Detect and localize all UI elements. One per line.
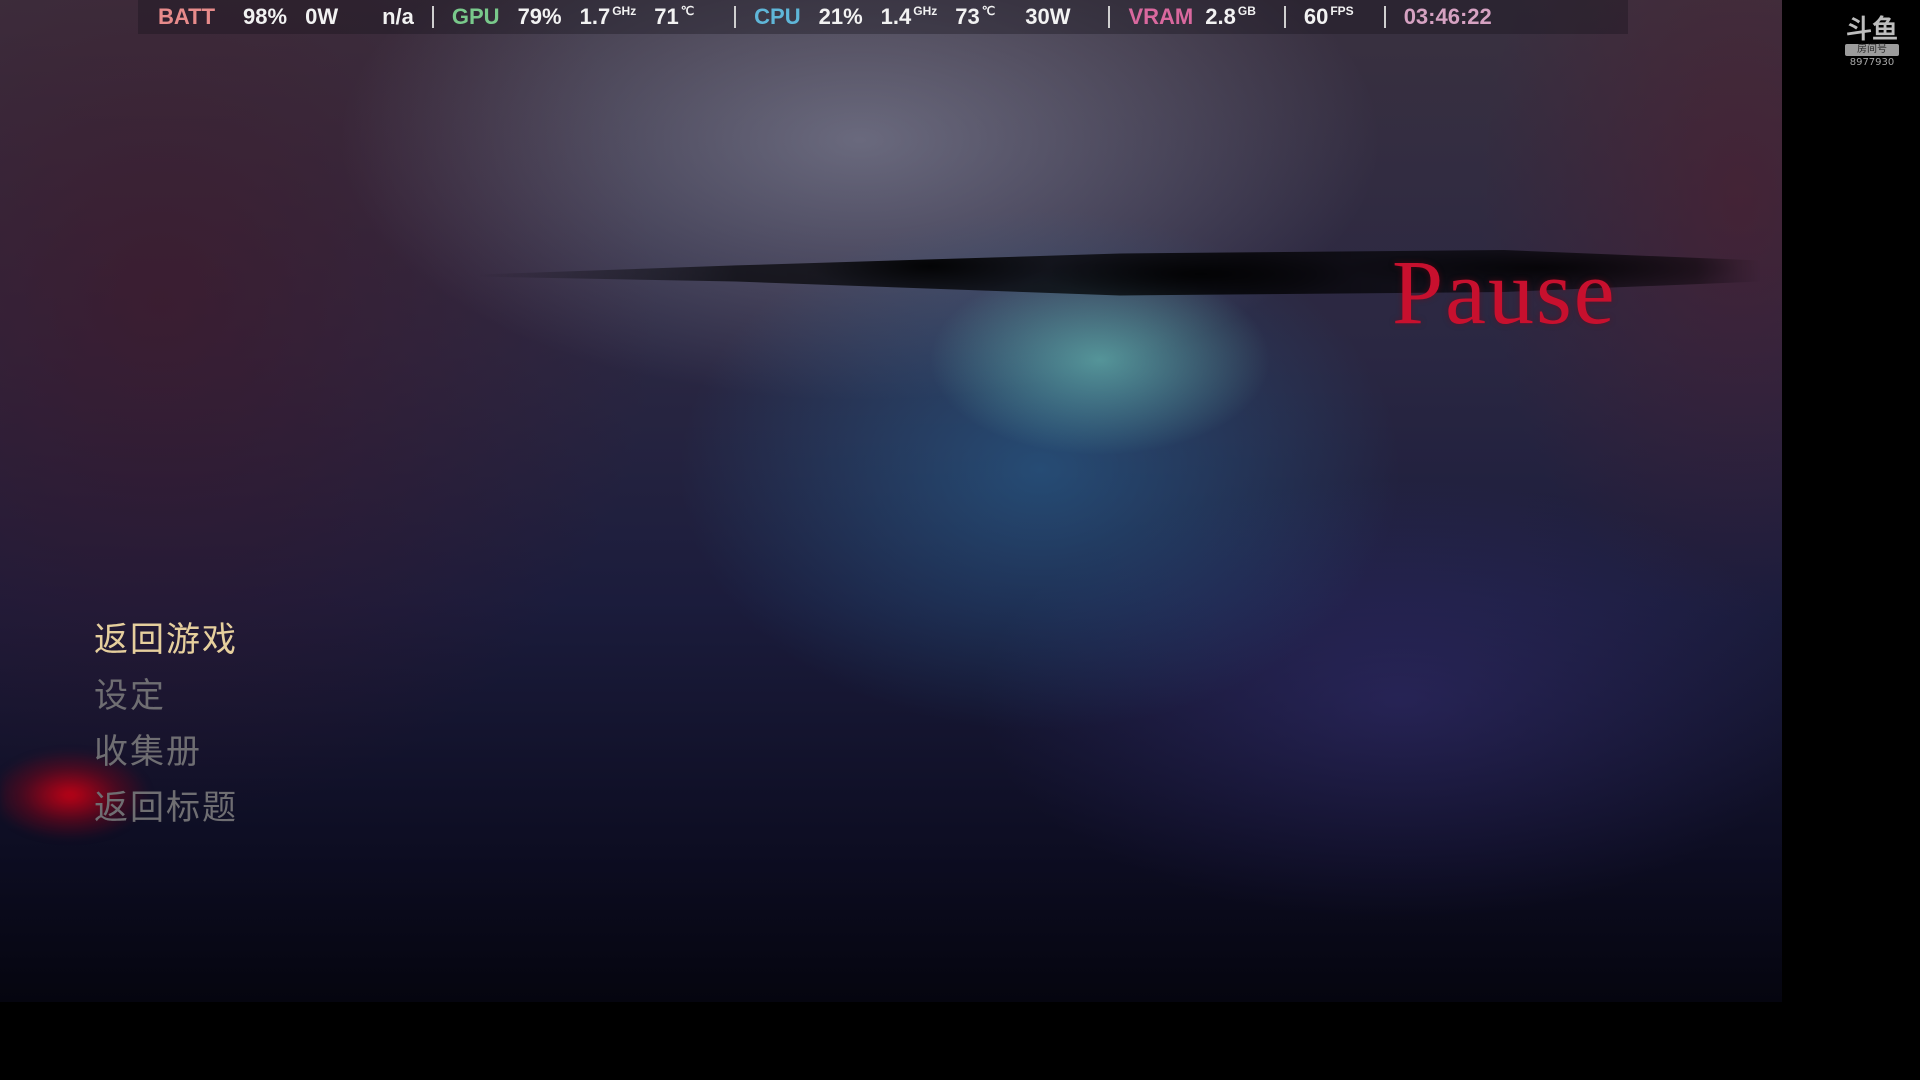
game-screen: Pause 返回游戏 设定 收集册 返回标题 BATT 98% 0W n/a G… [0, 0, 1920, 1080]
batt-label: BATT [158, 4, 216, 29]
cpu-temp-value: 73 [955, 4, 980, 29]
vram-value: 2.8 GB [1205, 4, 1256, 30]
overlay-separator [1383, 6, 1386, 28]
pause-title: Pause [1392, 241, 1617, 343]
overlay-separator [1108, 6, 1111, 28]
vram-label: VRAM [1128, 4, 1194, 29]
cpu-temp-unit: ℃ [981, 4, 996, 18]
overlay-separator [1283, 6, 1286, 28]
gpu-temp-value: 71 [654, 4, 679, 29]
gpu-clock-unit: GHz [612, 4, 637, 18]
menu-item-return-to-title[interactable]: 返回标题 [94, 780, 238, 836]
gpu-clock-value: 1.7 [579, 4, 611, 29]
batt-power: 0W [305, 4, 339, 29]
stream-watermark: 斗鱼 房间号 8977930 [1840, 16, 1904, 70]
cpu-clock: 1.4 GHz [881, 4, 938, 30]
cpu-power: 30W [1025, 4, 1071, 29]
fps-counter: 60 FPS [1304, 4, 1354, 30]
gpu-temp: 71 ℃ [654, 4, 694, 30]
douyu-logo-icon: 斗鱼 [1845, 15, 1898, 45]
batt-percent: 98% [243, 4, 288, 29]
clock-time: 03:46:22 [1403, 4, 1492, 29]
fps-unit: FPS [1330, 4, 1354, 18]
batt-extra: n/a [382, 4, 414, 29]
cpu-clock-value: 1.4 [880, 4, 912, 29]
watermark-room-tag: 房间号 [1845, 44, 1899, 56]
performance-overlay: BATT 98% 0W n/a GPU 79% 1.7 GHz 71 ℃ CPU 2… [138, 0, 1628, 34]
overlay-separator [734, 6, 737, 28]
gpu-label: GPU [451, 4, 500, 29]
game-viewport: Pause 返回游戏 设定 收集册 返回标题 [0, 0, 1782, 1002]
menu-item-settings[interactable]: 设定 [94, 668, 238, 724]
vram-unit: GB [1237, 4, 1256, 18]
fps-value: 60 [1303, 4, 1329, 29]
overlay-separator [431, 6, 434, 28]
gpu-load: 79% [517, 4, 562, 29]
gpu-clock: 1.7 GHz [580, 4, 637, 30]
cpu-temp: 73 ℃ [955, 4, 995, 30]
watermark-room-id: 8977930 [1849, 57, 1895, 68]
gpu-temp-unit: ℃ [680, 4, 695, 18]
cpu-clock-unit: GHz [913, 4, 938, 18]
menu-item-resume-game[interactable]: 返回游戏 [94, 612, 238, 668]
cpu-label: CPU [754, 4, 801, 29]
pause-menu: 返回游戏 设定 收集册 返回标题 [94, 612, 238, 836]
vram-amount: 2.8 [1205, 4, 1236, 29]
cpu-load: 21% [818, 4, 863, 29]
menu-item-collection[interactable]: 收集册 [94, 724, 238, 780]
